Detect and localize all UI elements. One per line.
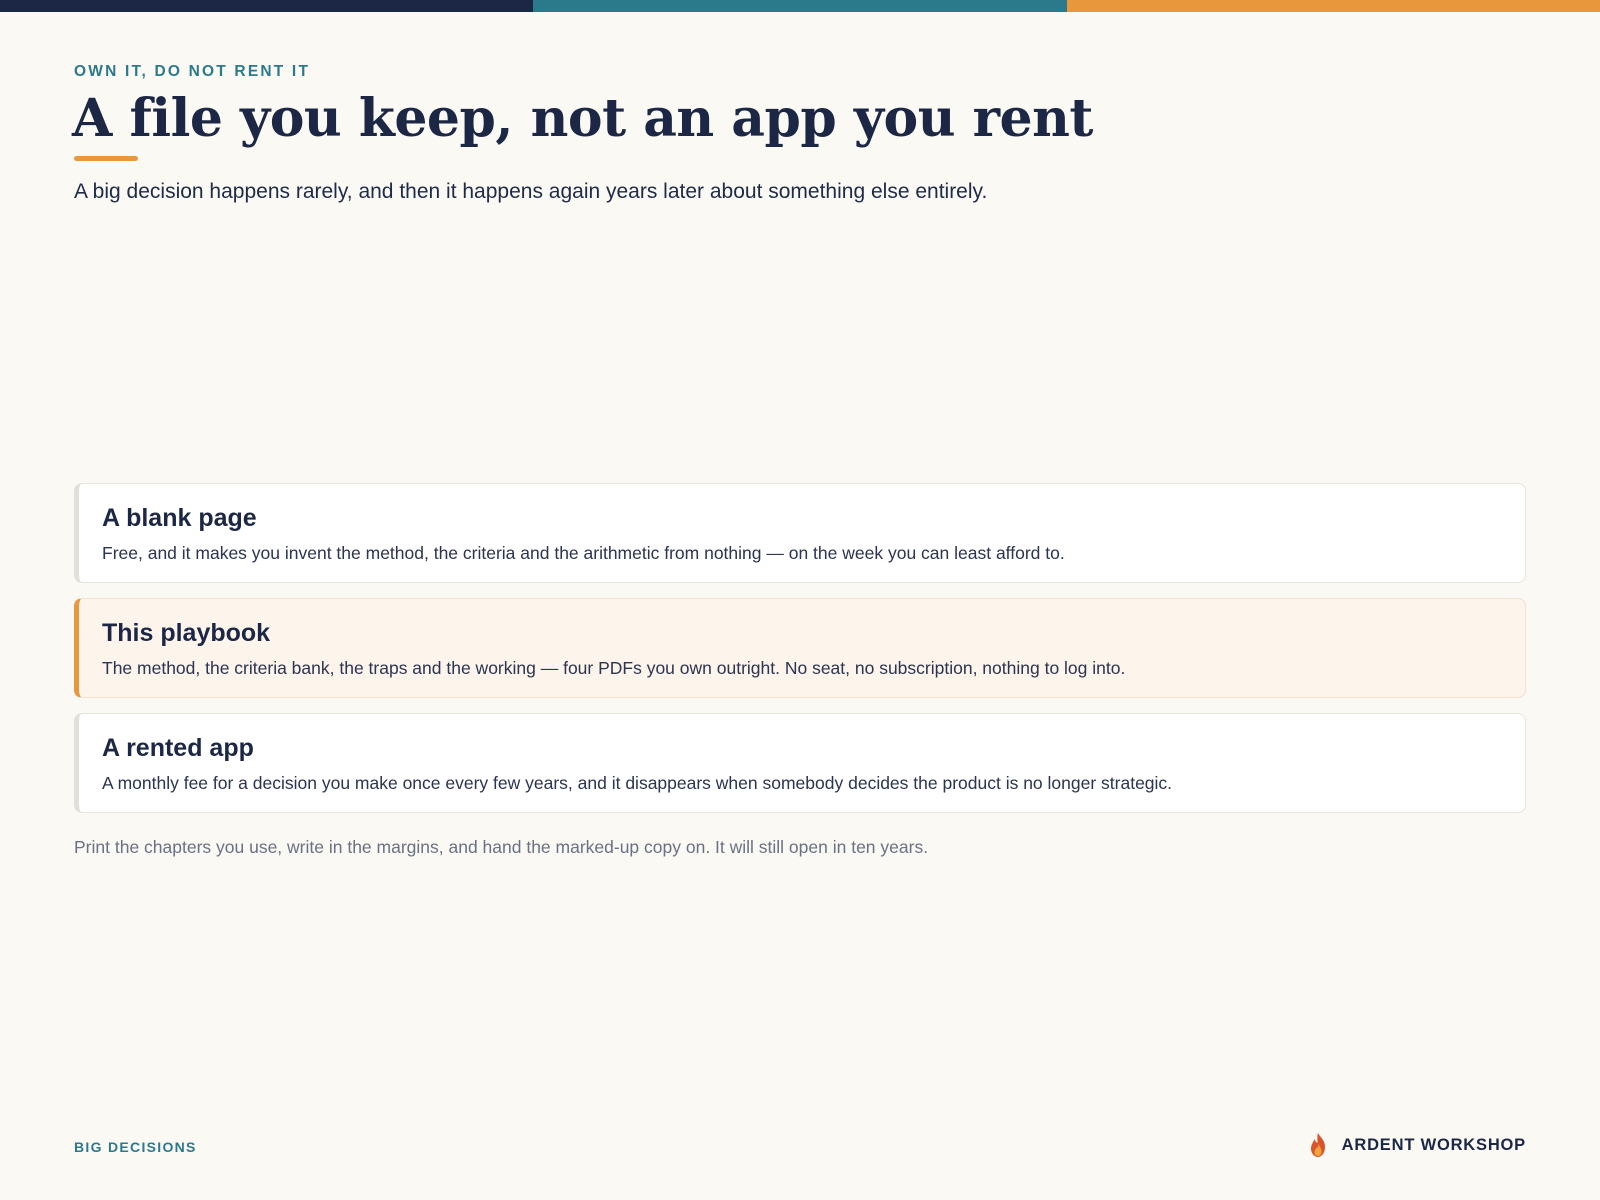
option-description: Free, and it makes you invent the method… — [102, 543, 1065, 563]
eyebrow-label: OWN IT, DO NOT RENT IT — [74, 63, 311, 80]
option-title: A blank page — [102, 504, 257, 532]
accent-segment-navy — [0, 0, 534, 12]
option-title: A rented app — [102, 734, 254, 762]
option-card-blank-page: A blank page Free, and it makes you inve… — [74, 483, 1526, 583]
closing-note: Print the chapters you use, write in the… — [74, 837, 929, 857]
options-list: A blank page Free, and it makes you inve… — [74, 483, 1526, 828]
accent-segment-teal — [533, 0, 1067, 12]
option-card-this-playbook: This playbook The method, the criteria b… — [74, 598, 1526, 698]
option-title: This playbook — [102, 619, 271, 647]
footer-brand: ARDENT WORKSHOP — [1306, 1132, 1526, 1158]
title-underline — [74, 156, 138, 161]
page-lede: A big decision happens rarely, and then … — [74, 180, 988, 203]
flame-icon — [1310, 1133, 1325, 1157]
brand-name: ARDENT WORKSHOP — [1341, 1135, 1526, 1154]
page-title: A file you keep, not an app you rent — [72, 88, 1093, 149]
option-card-rented-app: A rented app A monthly fee for a decisio… — [74, 713, 1526, 813]
option-description: The method, the criteria bank, the traps… — [102, 658, 1126, 678]
accent-segment-orange — [1066, 0, 1600, 12]
footer-section-label: BIG DECISIONS — [74, 1139, 197, 1155]
top-accent-bar — [0, 0, 1600, 12]
option-description: A monthly fee for a decision you make on… — [102, 773, 1173, 793]
